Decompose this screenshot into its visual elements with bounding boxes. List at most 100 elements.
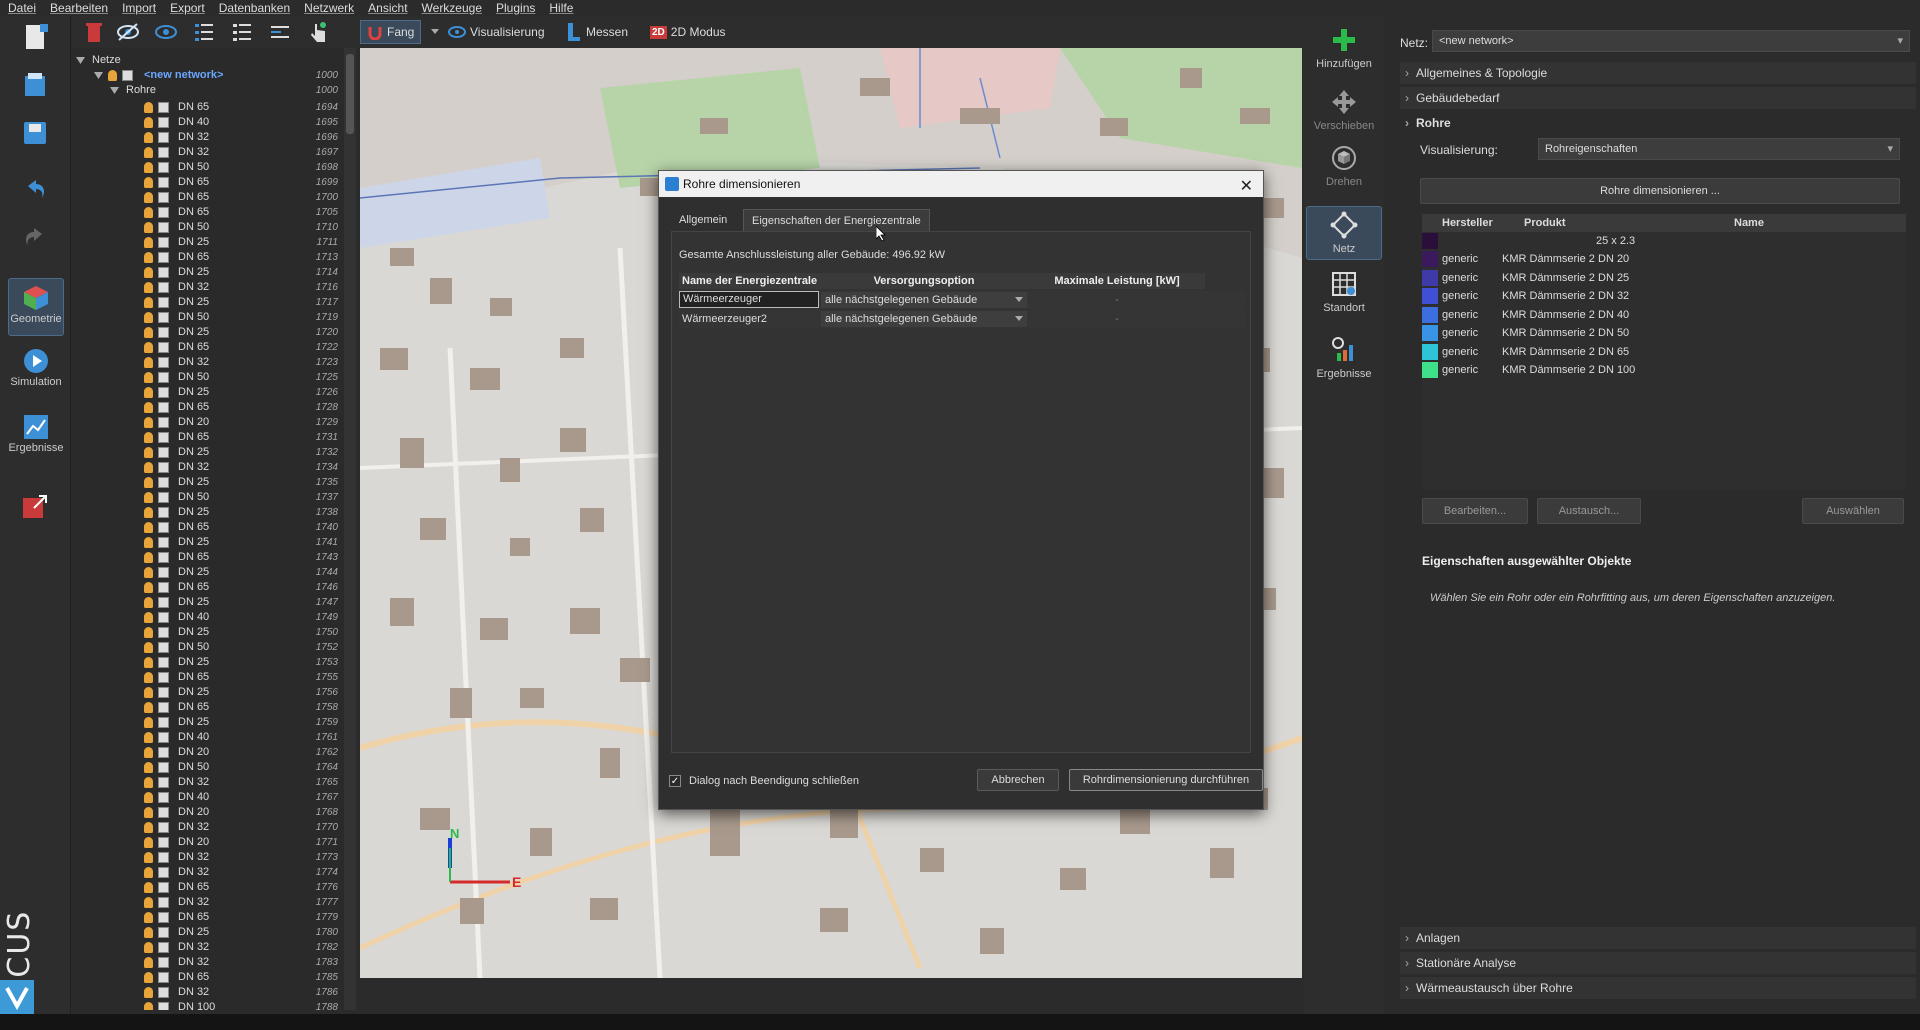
lightbulb-icon[interactable] bbox=[144, 327, 153, 338]
lightbulb-icon[interactable] bbox=[144, 867, 153, 878]
lightbulb-icon[interactable] bbox=[144, 432, 153, 443]
tree-pipe-item[interactable]: DN 40 1761 bbox=[72, 730, 344, 745]
lightbulb-icon[interactable] bbox=[144, 612, 153, 623]
visibility-checkbox[interactable] bbox=[158, 567, 169, 578]
tree-pipe-item[interactable]: DN 65 1694 bbox=[72, 100, 344, 115]
section-stationaere-analyse[interactable]: Stationäre Analyse bbox=[1400, 952, 1916, 974]
tree-pipe-item[interactable]: DN 25 1714 bbox=[72, 265, 344, 280]
section-anlagen[interactable]: Anlagen bbox=[1400, 927, 1916, 949]
pipe-table-row[interactable]: generic KMR Dämmserie 2 DN 50 bbox=[1422, 324, 1906, 342]
tree-pipe-item[interactable]: DN 32 1770 bbox=[72, 820, 344, 835]
lightbulb-icon[interactable] bbox=[144, 102, 153, 113]
tree-pipe-item[interactable]: DN 65 1740 bbox=[72, 520, 344, 535]
lightbulb-icon[interactable] bbox=[144, 537, 153, 548]
pipe-table-row[interactable]: generic KMR Dämmserie 2 DN 100 bbox=[1422, 361, 1906, 379]
visibility-checkbox[interactable] bbox=[158, 672, 169, 683]
chevron-down-icon[interactable] bbox=[430, 26, 440, 36]
menu-item[interactable]: Export bbox=[170, 0, 205, 16]
visibility-checkbox[interactable] bbox=[158, 987, 169, 998]
tree-pipe-item[interactable]: DN 25 1780 bbox=[72, 925, 344, 940]
visibility-checkbox[interactable] bbox=[158, 822, 169, 833]
results-tool[interactable]: Ergebnisse bbox=[1306, 336, 1382, 392]
energy-center-name-input[interactable]: Wärmeerzeuger bbox=[679, 291, 819, 308]
lightbulb-icon[interactable] bbox=[144, 267, 153, 278]
exchange-button[interactable]: Austausch... bbox=[1537, 498, 1641, 524]
tree-pipe-item[interactable]: DN 65 1746 bbox=[72, 580, 344, 595]
lightbulb-icon[interactable] bbox=[144, 657, 153, 668]
tree-pipe-item[interactable]: DN 32 1782 bbox=[72, 940, 344, 955]
tab-allgemein[interactable]: Allgemein bbox=[671, 209, 735, 231]
lightbulb-icon[interactable] bbox=[144, 177, 153, 188]
add-tool[interactable]: Hinzufügen bbox=[1306, 26, 1382, 82]
lightbulb-icon[interactable] bbox=[144, 672, 153, 683]
lightbulb-icon[interactable] bbox=[144, 837, 153, 848]
visibility-checkbox[interactable] bbox=[158, 507, 169, 518]
lightbulb-icon[interactable] bbox=[144, 207, 153, 218]
tree-pipe-item[interactable]: DN 65 1713 bbox=[72, 250, 344, 265]
new-file-icon[interactable] bbox=[20, 22, 50, 52]
lightbulb-icon[interactable] bbox=[144, 792, 153, 803]
tree-pipe-item[interactable]: DN 65 1779 bbox=[72, 910, 344, 925]
section-rohre[interactable]: Rohre bbox=[1400, 112, 1916, 134]
tree-pipe-item[interactable]: DN 32 1765 bbox=[72, 775, 344, 790]
lightbulb-icon[interactable] bbox=[144, 597, 153, 608]
tree-pipe-item[interactable]: DN 50 1725 bbox=[72, 370, 344, 385]
max-power-cell[interactable]: - bbox=[1029, 291, 1205, 309]
tree-pipe-item[interactable]: DN 20 1768 bbox=[72, 805, 344, 820]
visibility-checkbox[interactable] bbox=[158, 387, 169, 398]
menu-item[interactable]: Ansicht bbox=[368, 0, 407, 16]
visibility-checkbox[interactable] bbox=[158, 417, 169, 428]
tree-pipe-item[interactable]: DN 32 1783 bbox=[72, 955, 344, 970]
visibility-checkbox[interactable] bbox=[158, 747, 169, 758]
pipe-table-row[interactable]: generic KMR Dämmserie 2 DN 32 bbox=[1422, 287, 1906, 305]
edit-button[interactable]: Bearbeiten... bbox=[1422, 498, 1528, 524]
expand-icon[interactable] bbox=[110, 86, 119, 95]
visibility-checkbox[interactable] bbox=[158, 177, 169, 188]
move-tool[interactable]: Verschieben bbox=[1306, 88, 1382, 144]
visibility-checkbox[interactable] bbox=[158, 462, 169, 473]
visibility-checkbox[interactable] bbox=[158, 207, 169, 218]
visibility-checkbox[interactable] bbox=[158, 267, 169, 278]
tree-pipe-item[interactable]: DN 25 1726 bbox=[72, 385, 344, 400]
lightbulb-icon[interactable] bbox=[144, 777, 153, 788]
visibility-checkbox[interactable] bbox=[158, 342, 169, 353]
lightbulb-icon[interactable] bbox=[144, 192, 153, 203]
tree-pipe-item[interactable]: DN 25 1750 bbox=[72, 625, 344, 640]
lightbulb-icon[interactable] bbox=[144, 387, 153, 398]
lightbulb-icon[interactable] bbox=[144, 702, 153, 713]
lightbulb-icon[interactable] bbox=[144, 627, 153, 638]
hide-icon[interactable] bbox=[116, 20, 140, 44]
lightbulb-icon[interactable] bbox=[144, 357, 153, 368]
visibility-checkbox[interactable] bbox=[158, 147, 169, 158]
chevron-down-icon[interactable] bbox=[1015, 316, 1023, 322]
redo-icon[interactable] bbox=[20, 222, 50, 252]
visibility-checkbox[interactable] bbox=[158, 1002, 169, 1010]
visibility-checkbox[interactable] bbox=[158, 657, 169, 668]
visibility-checkbox[interactable] bbox=[158, 357, 169, 368]
lightbulb-icon[interactable] bbox=[144, 342, 153, 353]
visibility-checkbox[interactable] bbox=[158, 732, 169, 743]
nav-geometrie[interactable]: Geometrie bbox=[8, 278, 64, 336]
tree-pipe-item[interactable]: DN 25 1744 bbox=[72, 565, 344, 580]
tree-pipe-item[interactable]: DN 25 1753 bbox=[72, 655, 344, 670]
tree-pipe-item[interactable]: DN 65 1728 bbox=[72, 400, 344, 415]
tree-pipe-item[interactable]: DN 65 1758 bbox=[72, 700, 344, 715]
pipe-table-row[interactable]: generic KMR Dämmserie 2 DN 25 bbox=[1422, 269, 1906, 287]
lightbulb-icon[interactable] bbox=[108, 70, 117, 81]
visibility-checkbox[interactable] bbox=[158, 717, 169, 728]
lightbulb-icon[interactable] bbox=[144, 402, 153, 413]
tree-pipe-item[interactable]: DN 20 1771 bbox=[72, 835, 344, 850]
lightbulb-icon[interactable] bbox=[144, 552, 153, 563]
close-icon[interactable]: ✕ bbox=[1240, 174, 1253, 200]
tree-pipe-item[interactable]: DN 65 1776 bbox=[72, 880, 344, 895]
tree-pipe-item[interactable]: DN 65 1785 bbox=[72, 970, 344, 985]
lightbulb-icon[interactable] bbox=[144, 147, 153, 158]
tree-pipe-item[interactable]: DN 25 1717 bbox=[72, 295, 344, 310]
visibility-checkbox[interactable] bbox=[158, 837, 169, 848]
pipe-table-row[interactable]: generic KMR Dämmserie 2 DN 65 bbox=[1422, 343, 1906, 361]
visibility-checkbox[interactable] bbox=[158, 492, 169, 503]
visibility-checkbox[interactable] bbox=[158, 867, 169, 878]
lightbulb-icon[interactable] bbox=[144, 762, 153, 773]
menu-item[interactable]: Plugins bbox=[496, 0, 535, 16]
lightbulb-icon[interactable] bbox=[144, 162, 153, 173]
